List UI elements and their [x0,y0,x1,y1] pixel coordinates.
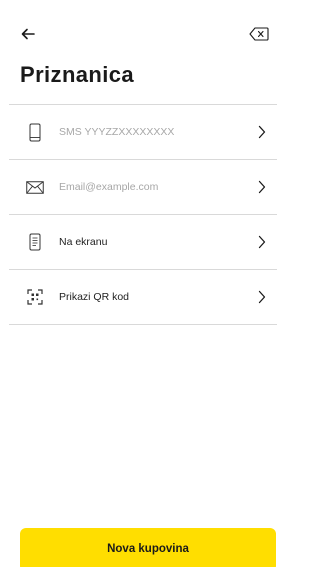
show-qr-label: Prikazi QR kod [59,291,130,303]
phone-icon [19,105,51,159]
divider [9,324,277,325]
clear-button[interactable] [246,24,272,44]
top-bar [0,0,286,62]
chevron-right-icon [247,105,277,159]
email-option[interactable]: Email@example.com [9,160,277,214]
sms-field-label: SMS YYYZZXXXXXXXX [59,126,175,138]
sms-option[interactable]: SMS YYYZZXXXXXXXX [9,105,277,159]
page-title: Priznanica [20,62,135,87]
chevron-right-icon [247,270,277,324]
back-button[interactable] [16,24,40,44]
qr-scan-icon [19,270,51,324]
chevron-right-icon [247,160,277,214]
email-field-label: Email@example.com [59,181,159,193]
backspace-icon [249,27,269,41]
new-purchase-button[interactable]: Nova kupovina [20,528,276,567]
arrow-left-icon [21,28,35,40]
show-qr-option[interactable]: Prikazi QR kod [9,270,277,324]
receipt-screen-icon [19,215,51,269]
on-screen-label: Na ekranu [59,236,108,248]
receipt-options-list: SMS YYYZZXXXXXXXX Email@example.com Na e… [9,104,277,325]
envelope-icon [19,160,51,214]
on-screen-option[interactable]: Na ekranu [9,215,277,269]
chevron-right-icon [247,215,277,269]
new-purchase-label: Nova kupovina [107,543,189,555]
